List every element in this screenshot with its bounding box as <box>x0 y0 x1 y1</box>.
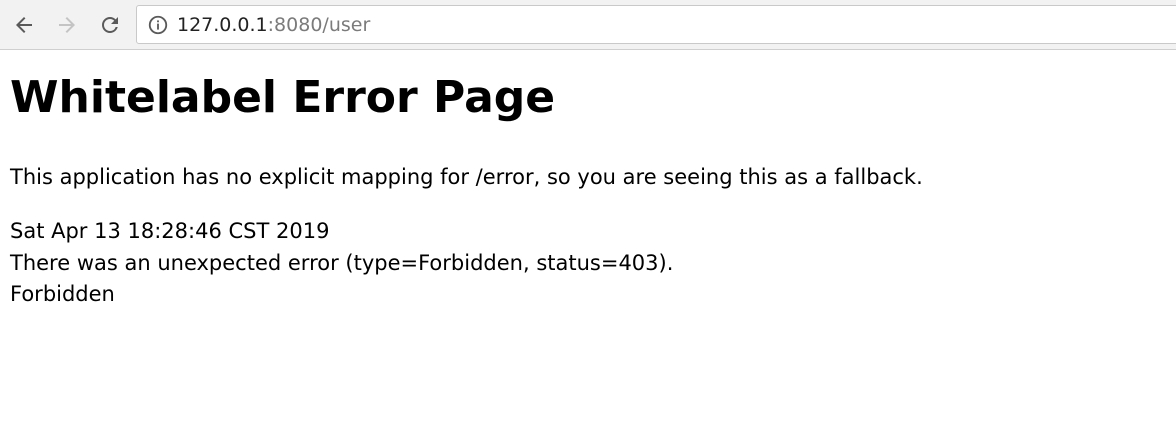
url-host: 127.0.0.1 <box>177 14 268 36</box>
arrow-left-icon <box>16 17 32 33</box>
arrow-right-icon <box>59 17 75 33</box>
error-detail: There was an unexpected error (type=Forb… <box>10 251 674 275</box>
info-circle-icon[interactable] <box>147 14 169 36</box>
error-message: Forbidden <box>10 282 115 306</box>
browser-toolbar: 127.0.0.1:8080/user <box>0 0 1176 50</box>
url-text[interactable]: 127.0.0.1:8080/user <box>177 13 370 37</box>
back-button[interactable] <box>8 9 40 41</box>
reload-button[interactable] <box>94 9 126 41</box>
fallback-message: This application has no explicit mapping… <box>10 165 923 189</box>
error-timestamp: Sat Apr 13 18:28:46 CST 2019 <box>10 219 330 243</box>
forward-button[interactable] <box>51 9 83 41</box>
url-path: :8080/user <box>267 14 371 36</box>
address-bar[interactable]: 127.0.0.1:8080/user <box>136 5 1176 44</box>
reload-icon <box>102 17 118 33</box>
page-title: Whitelabel Error Page <box>10 72 556 123</box>
